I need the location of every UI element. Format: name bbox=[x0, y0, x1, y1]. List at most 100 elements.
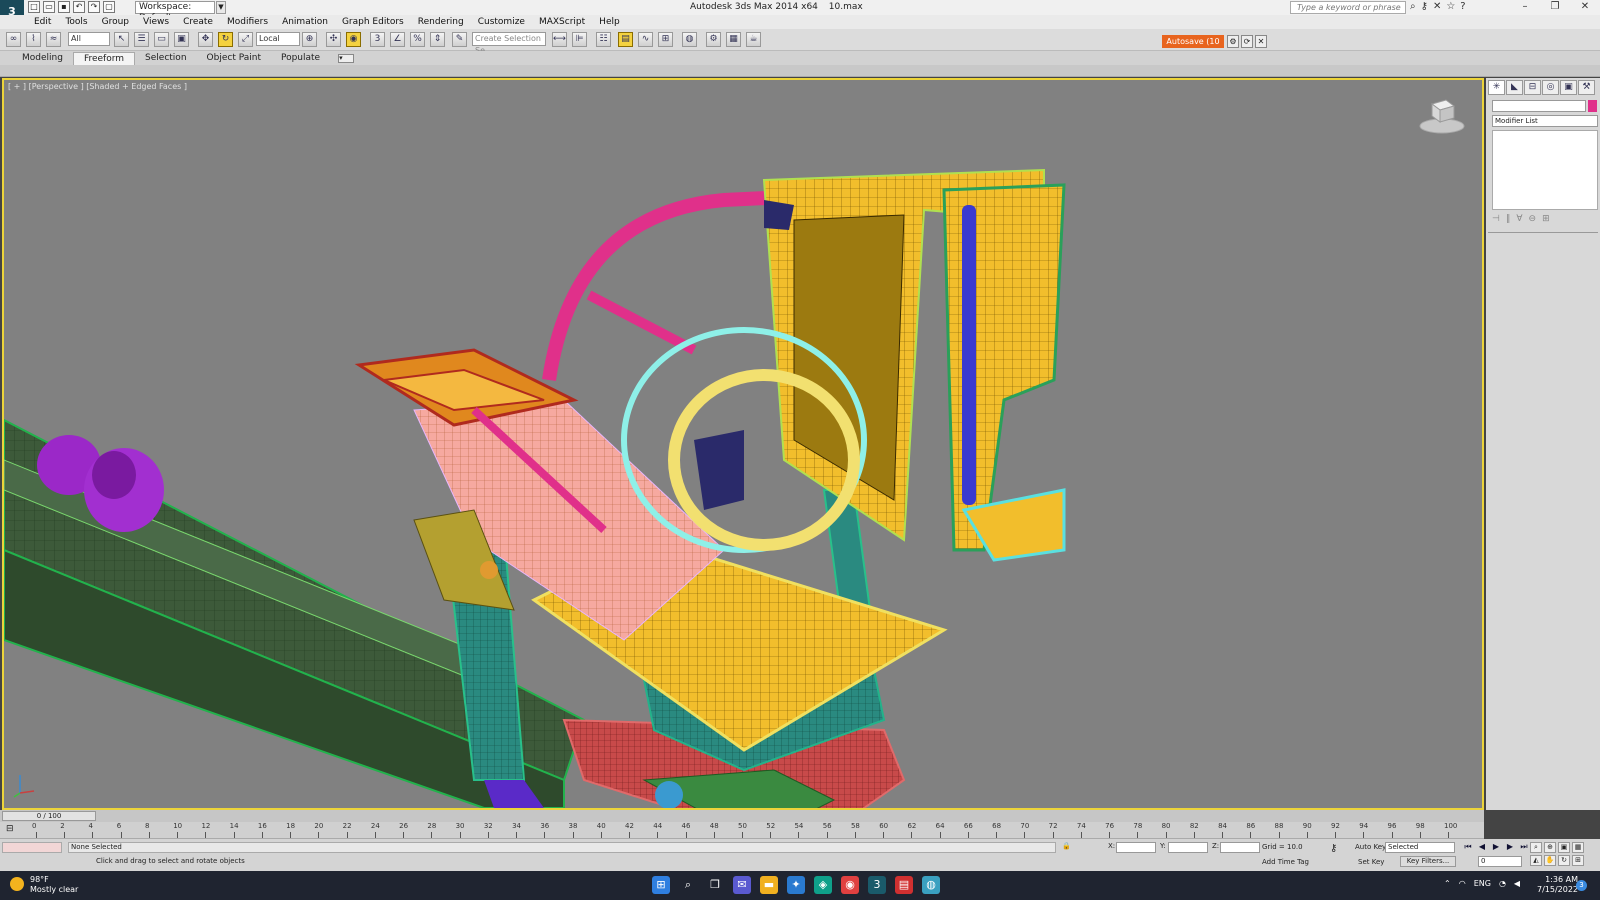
unlink-icon[interactable]: ⌇ bbox=[26, 32, 41, 47]
close-icon[interactable]: ✕ bbox=[1570, 0, 1600, 15]
search-input[interactable]: Type a keyword or phrase bbox=[1290, 1, 1406, 14]
binoculars-icon[interactable]: ⌕ bbox=[1410, 1, 1416, 12]
set-key-button[interactable]: Set Key bbox=[1358, 858, 1384, 866]
window-crossing-icon[interactable]: ▣ bbox=[174, 32, 189, 47]
named-selection-set-dropdown[interactable]: Create Selection Se bbox=[472, 32, 546, 55]
make-unique-icon[interactable]: ∀ bbox=[1516, 214, 1522, 224]
object-color-swatch[interactable] bbox=[1588, 100, 1597, 112]
go-to-end-icon[interactable]: ⏭ bbox=[1518, 842, 1530, 853]
select-object-icon[interactable]: ↖ bbox=[114, 32, 129, 47]
key-icon[interactable]: ⚷ bbox=[1421, 1, 1428, 12]
mirror-icon[interactable]: ⟷ bbox=[552, 32, 567, 47]
menu-maxscript[interactable]: MAXScript bbox=[539, 17, 585, 27]
menu-edit[interactable]: Edit bbox=[34, 17, 51, 27]
chevron-down-icon[interactable]: ▼ bbox=[216, 1, 226, 14]
tab-populate[interactable]: Populate bbox=[271, 52, 330, 65]
menu-modifiers[interactable]: Modifiers bbox=[227, 17, 268, 27]
chrome-icon[interactable]: ◉ bbox=[841, 876, 859, 894]
open-file-icon[interactable]: ▭ bbox=[43, 1, 55, 13]
go-to-start-icon[interactable]: ⏮ bbox=[1462, 842, 1474, 853]
x-coordinate-field[interactable] bbox=[1116, 842, 1156, 853]
select-manipulate-icon[interactable]: ✣ bbox=[326, 32, 341, 47]
save-icon[interactable]: ▪ bbox=[58, 1, 70, 13]
start-icon[interactable]: ⊞ bbox=[652, 876, 670, 894]
viewcube[interactable] bbox=[1418, 98, 1466, 137]
modifier-stack[interactable] bbox=[1492, 130, 1598, 210]
maximize-viewport-icon[interactable]: ⊞ bbox=[1572, 855, 1584, 866]
create-tab-icon[interactable]: ✳ bbox=[1488, 80, 1505, 95]
object-name-field[interactable] bbox=[1492, 100, 1586, 112]
pivot-center-icon[interactable]: ⊕ bbox=[302, 32, 317, 47]
key-selection-dropdown[interactable]: Selected bbox=[1385, 842, 1455, 853]
menu-rendering[interactable]: Rendering bbox=[418, 17, 464, 27]
redo-icon[interactable]: ↷ bbox=[88, 1, 100, 13]
autosave-now-icon[interactable]: ⟳ bbox=[1241, 35, 1253, 48]
3dsmax-taskbar-icon[interactable]: 3 bbox=[868, 876, 886, 894]
viewcube-icon[interactable] bbox=[1418, 98, 1466, 134]
app-blue-icon[interactable]: ✦ bbox=[787, 876, 805, 894]
app-globe-icon[interactable]: ◍ bbox=[922, 876, 940, 894]
auto-key-button[interactable]: Auto Key bbox=[1355, 843, 1386, 851]
utilities-tab-icon[interactable]: ⚒ bbox=[1578, 80, 1595, 95]
undo-icon[interactable]: ↶ bbox=[73, 1, 85, 13]
teams-icon[interactable]: ✉ bbox=[733, 876, 751, 894]
menu-help[interactable]: Help bbox=[599, 17, 620, 27]
minimize-icon[interactable]: – bbox=[1510, 0, 1540, 15]
back-yellow-panel[interactable] bbox=[762, 168, 1066, 552]
rotate-icon[interactable]: ↻ bbox=[218, 32, 233, 47]
material-editor-icon[interactable]: ◍ bbox=[682, 32, 697, 47]
next-frame-icon[interactable]: ▶ bbox=[1504, 842, 1516, 853]
track-bar[interactable]: ⊟ 0 2 4 6 8 10 12 14 16 18 20 22 24 26 28 30 32 34 36 38 40 4… bbox=[0, 822, 1484, 839]
language-indicator[interactable]: ENG bbox=[1474, 879, 1491, 888]
link-icon[interactable]: ∞ bbox=[6, 32, 21, 47]
workspace-dropdown[interactable]: Workspace: Default bbox=[135, 1, 215, 23]
menu-customize[interactable]: Customize bbox=[478, 17, 525, 27]
configure-modifier-sets-icon[interactable]: ⊞ bbox=[1542, 214, 1550, 224]
wifi-icon[interactable]: ◔ bbox=[1499, 879, 1506, 888]
curve-editor-icon[interactable]: ∿ bbox=[638, 32, 653, 47]
chevron-up-icon[interactable]: ⌃ bbox=[1444, 879, 1451, 888]
blue-joint[interactable] bbox=[655, 781, 683, 808]
tab-selection[interactable]: Selection bbox=[135, 52, 196, 65]
angle-snap-icon[interactable]: ∠ bbox=[390, 32, 405, 47]
snaps-toggle-icon[interactable]: 3 bbox=[370, 32, 385, 47]
ribbon-toggle-icon[interactable]: ▤ bbox=[618, 32, 633, 47]
remove-modifier-icon[interactable]: ⊖ bbox=[1529, 214, 1537, 224]
perspective-viewport[interactable]: [ + ] [Perspective ] [Shaded + Edged Fac… bbox=[2, 78, 1484, 810]
menu-group[interactable]: Group bbox=[102, 17, 129, 27]
y-coordinate-field[interactable] bbox=[1168, 842, 1208, 853]
add-time-tag[interactable]: Add Time Tag bbox=[1262, 858, 1309, 866]
move-icon[interactable]: ✥ bbox=[198, 32, 213, 47]
task-view-icon[interactable]: ❐ bbox=[706, 876, 724, 894]
menu-views[interactable]: Views bbox=[143, 17, 169, 27]
menu-graph-editors[interactable]: Graph Editors bbox=[342, 17, 404, 27]
pin-stack-icon[interactable]: ⊣ bbox=[1492, 214, 1500, 224]
app-green-icon[interactable]: ◈ bbox=[814, 876, 832, 894]
edit-named-selection-icon[interactable]: ✎ bbox=[452, 32, 467, 47]
new-file-icon[interactable]: □ bbox=[28, 1, 40, 13]
tab-modeling[interactable]: Modeling bbox=[12, 52, 73, 65]
spinner-snap-icon[interactable]: ⇕ bbox=[430, 32, 445, 47]
reference-coord-dropdown[interactable]: Local bbox=[256, 32, 300, 46]
weather-widget[interactable]: 98°F Mostly clear bbox=[30, 875, 78, 895]
align-icon[interactable]: ⊫ bbox=[572, 32, 587, 47]
maxscript-listener-mini[interactable] bbox=[2, 842, 62, 853]
exchange-icon[interactable]: ✕ bbox=[1433, 1, 1441, 12]
autosave-settings-icon[interactable]: ⚙ bbox=[1227, 35, 1239, 48]
moon-weather-icon[interactable] bbox=[10, 877, 24, 891]
lock-selection-icon[interactable]: 🔒 bbox=[1062, 842, 1071, 850]
menu-tools[interactable]: Tools bbox=[65, 17, 87, 27]
selection-filter-dropdown[interactable]: All bbox=[68, 32, 110, 46]
autosave-close-icon[interactable]: ✕ bbox=[1255, 35, 1267, 48]
tab-object-paint[interactable]: Object Paint bbox=[197, 52, 271, 65]
zoom-extents-all-icon[interactable]: ▦ bbox=[1572, 842, 1584, 853]
star-icon[interactable]: ☆ bbox=[1446, 1, 1455, 12]
display-tab-icon[interactable]: ▣ bbox=[1560, 80, 1577, 95]
hold-icon[interactable]: ▢ bbox=[103, 1, 115, 13]
motion-tab-icon[interactable]: ◎ bbox=[1542, 80, 1559, 95]
percent-snap-icon[interactable]: % bbox=[410, 32, 425, 47]
network-icon[interactable]: ◠ bbox=[1459, 879, 1466, 888]
hierarchy-tab-icon[interactable]: ⊟ bbox=[1524, 80, 1541, 95]
time-slider[interactable]: 0 / 100 bbox=[2, 811, 96, 821]
bind-space-warp-icon[interactable]: ≈ bbox=[46, 32, 61, 47]
